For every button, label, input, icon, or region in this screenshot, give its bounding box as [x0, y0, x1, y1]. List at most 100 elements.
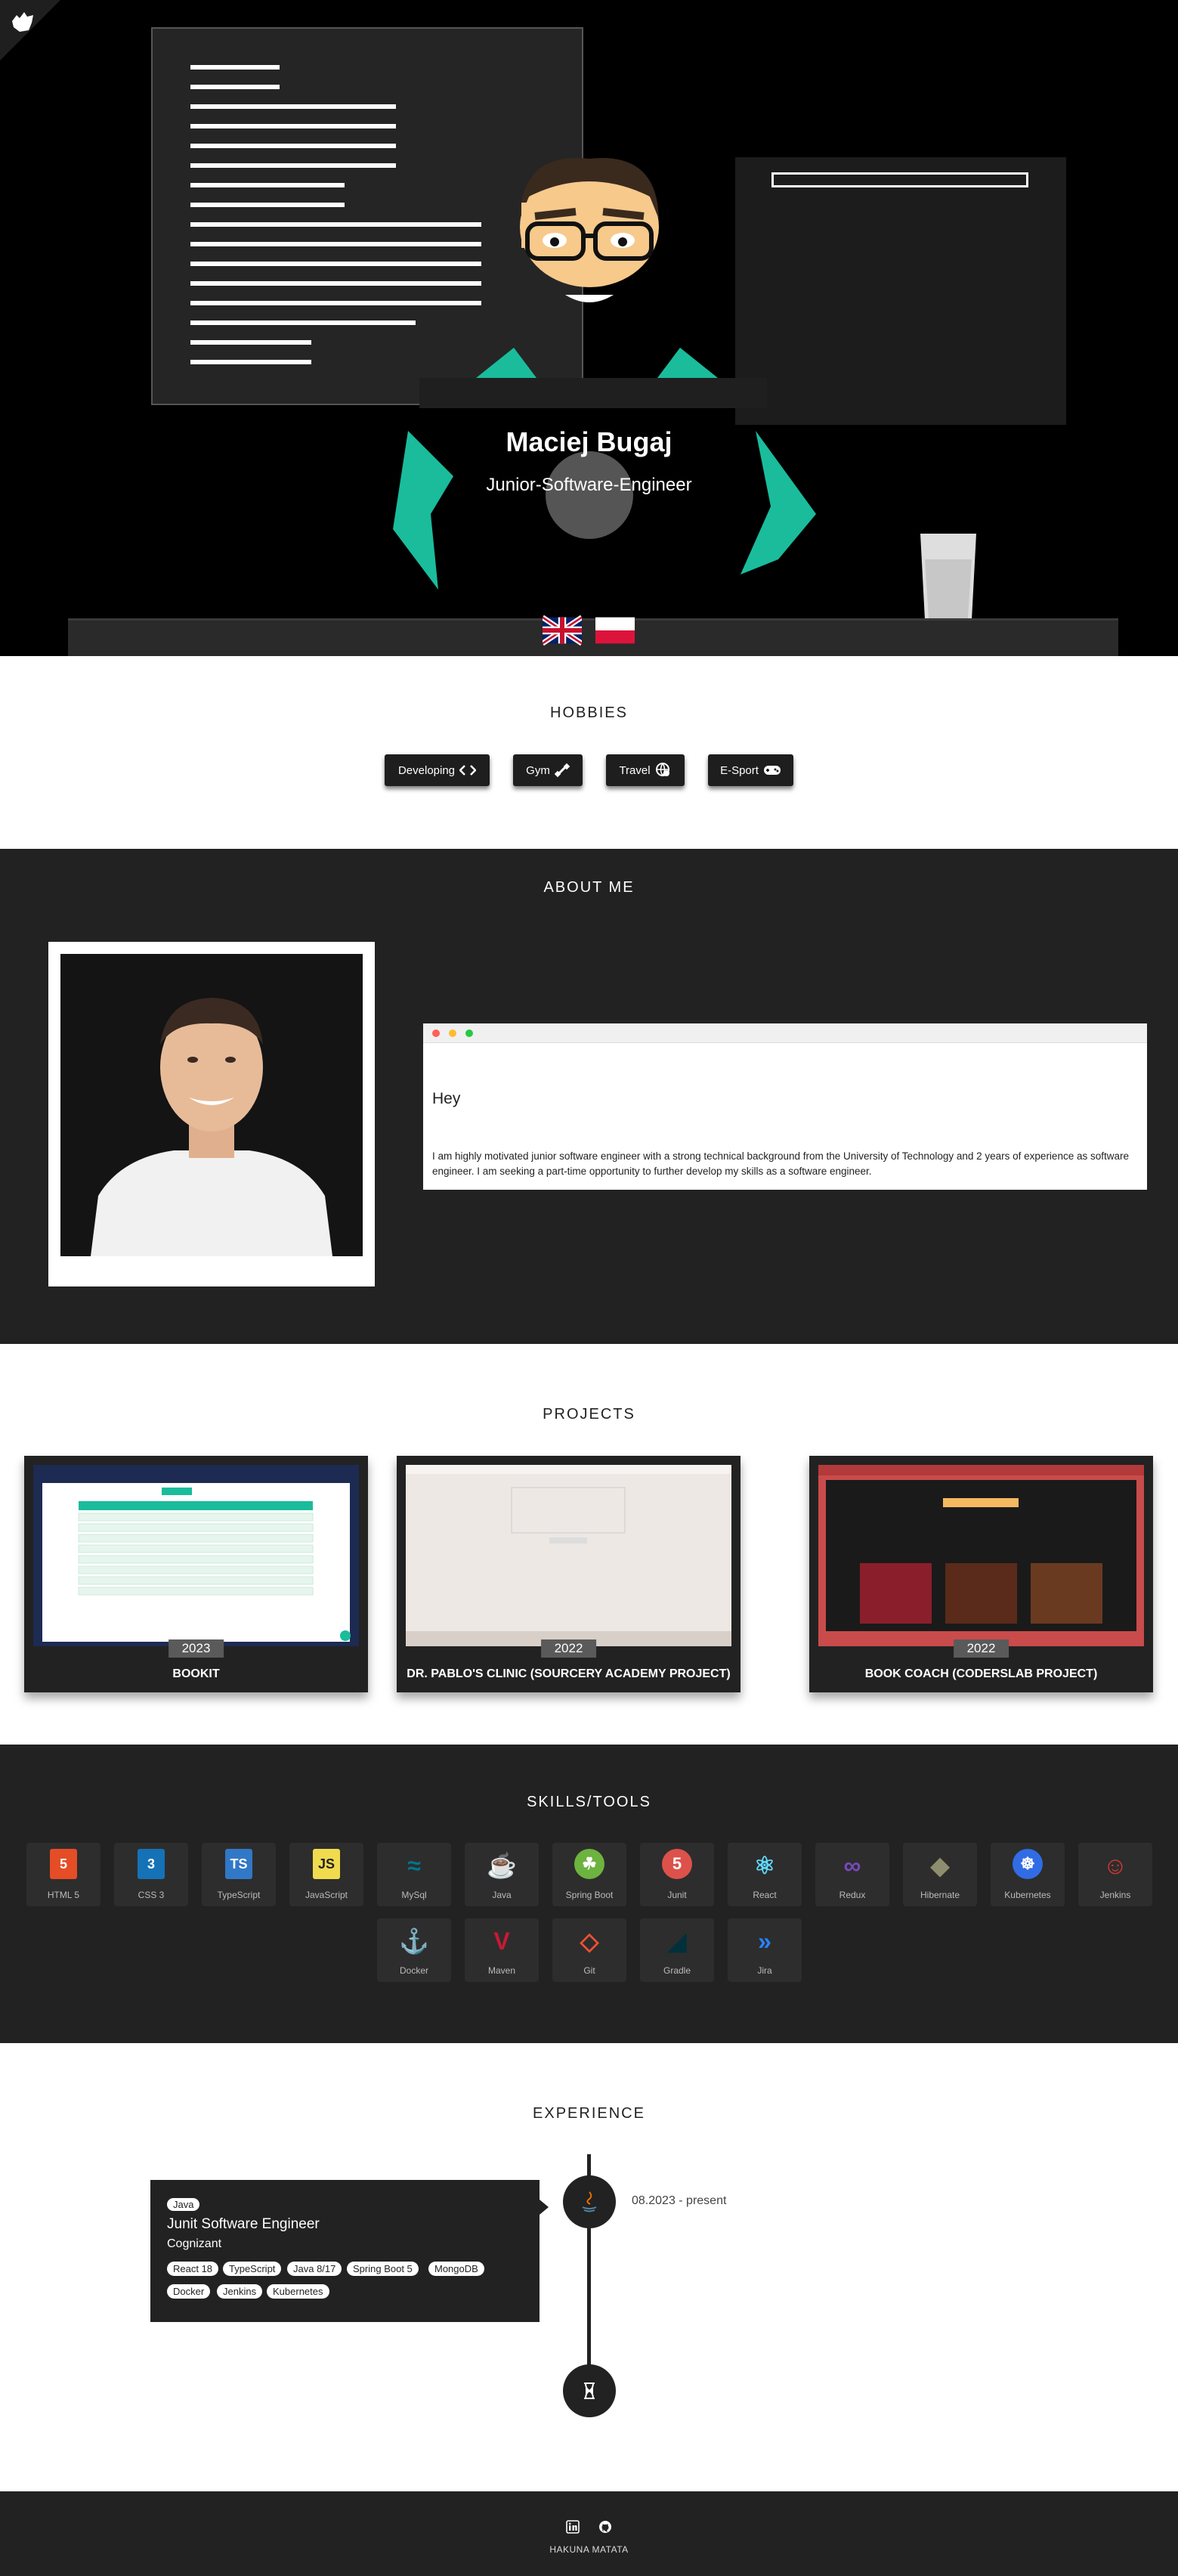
job-tag: Java: [167, 2198, 200, 2211]
skill-label: Jenkins: [1099, 1890, 1131, 1900]
project-card-bookcoach[interactable]: 2022 BOOK COACH (CODERSLAB PROJECT): [809, 1456, 1153, 1692]
about-description: I am highly motivated junior software en…: [432, 1150, 1129, 1177]
skill-tile: TS TypeScript: [202, 1843, 276, 1906]
skill-label: Docker: [399, 1965, 428, 1976]
tech-chip: TypeScript: [223, 2262, 282, 2276]
window-maximize-dot: [465, 1029, 473, 1037]
footer: [0, 2491, 1178, 2576]
project-screenshot: [406, 1465, 731, 1646]
skill-label: Gradle: [663, 1965, 691, 1976]
job-card: Java Junit Software Engineer Cognizant R…: [150, 2180, 549, 2322]
hobby-developing-button[interactable]: Developing: [385, 754, 490, 786]
logo-icon[interactable]: [9, 11, 36, 35]
linkedin-icon[interactable]: [566, 2520, 580, 2534]
english-flag-icon[interactable]: [543, 615, 582, 646]
java-icon: [582, 2191, 597, 2212]
skill-tile: ◆ Hibernate: [903, 1843, 977, 1906]
skill-tile: 3 CSS 3: [114, 1843, 188, 1906]
polish-flag-icon[interactable]: [595, 615, 635, 646]
skill-tile: ☸ Kubernetes: [991, 1843, 1065, 1906]
tech-chip: Java 8/17: [287, 2262, 342, 2276]
kubernetes-icon: ☸: [1013, 1849, 1043, 1879]
skill-label: Git: [583, 1965, 595, 1976]
hero-section: Maciej Bugaj Junior-Software-Engineer: [0, 0, 1178, 656]
experience-title: EXPERIENCE: [533, 2105, 645, 2122]
react-icon: ⚛: [753, 1852, 776, 1879]
profile-photo: [60, 954, 363, 1256]
skill-tile: ◇ Git: [552, 1918, 626, 1982]
project-screenshot: [818, 1465, 1144, 1646]
skill-tile: 5 HTML 5: [26, 1843, 100, 1906]
hero-name: Maciej Bugaj: [506, 426, 672, 457]
skill-label: Junit: [667, 1890, 687, 1900]
footer-text: HAKUNA MATATA: [549, 2544, 629, 2555]
skill-label: Maven: [487, 1965, 516, 1976]
skill-label: JavaScript: [305, 1890, 348, 1900]
hobby-gym-button[interactable]: Gym: [513, 754, 583, 786]
desk-illustration: [68, 618, 1118, 656]
hobbies-section: [0, 656, 1178, 849]
project-year: 2023: [168, 1639, 224, 1658]
tech-chip: Docker: [167, 2284, 211, 2299]
hobby-travel-button[interactable]: Travel: [606, 754, 685, 786]
gradle-icon: ◢: [667, 1927, 687, 1955]
dumbbell-icon: [554, 763, 570, 778]
java-icon: ☕: [487, 1852, 517, 1879]
globe-icon: [655, 763, 669, 777]
skill-tile: 5 Junit: [640, 1843, 714, 1906]
about-text-window: Hey I am highly motivated junior softwar…: [423, 1023, 1147, 1190]
hourglass-icon: [584, 2382, 595, 2399]
tech-chip: Kubernetes: [267, 2284, 329, 2299]
tech-chip: MongoDB: [428, 2262, 484, 2276]
developer-avatar-illustration: [393, 158, 816, 590]
git-icon: ◇: [580, 1927, 599, 1955]
github-icon[interactable]: [598, 2520, 612, 2534]
skill-tile: ☺ Jenkins: [1078, 1843, 1152, 1906]
timeline-end-node: [563, 2364, 616, 2417]
project-year: 2022: [953, 1639, 1009, 1658]
tech-chip: Jenkins: [217, 2284, 263, 2299]
tech-chip: React 18: [167, 2262, 219, 2276]
skill-tile: ≈ MySql: [377, 1843, 451, 1906]
project-title: BOOK COACH (CODERSLAB PROJECT): [864, 1667, 1098, 1680]
job-company: Cognizant: [167, 2237, 222, 2250]
html5-icon: 5: [50, 1849, 77, 1879]
skill-tile: V Maven: [465, 1918, 539, 1982]
skill-tile: ☕ Java: [465, 1843, 539, 1906]
project-screenshot: [33, 1465, 359, 1646]
junit-icon: 5: [662, 1849, 692, 1879]
projects-title: PROJECTS: [543, 1406, 635, 1423]
skill-tile: ☘ Spring Boot: [552, 1843, 626, 1906]
project-title: DR. PABLO'S CLINIC (SOURCERY ACADEMY PRO…: [407, 1667, 731, 1680]
project-card-bookit[interactable]: 2023 BOOKIT: [24, 1456, 368, 1692]
skill-label: Kubernetes: [1004, 1890, 1051, 1900]
project-card-clinic[interactable]: 2022 DR. PABLO'S CLINIC (SOURCERY ACADEM…: [397, 1456, 741, 1692]
typescript-icon: TS: [225, 1849, 252, 1879]
spring-icon: ☘: [574, 1849, 604, 1879]
skill-tile: ⚓ Docker: [377, 1918, 451, 1982]
hero-role: Junior-Software-Engineer: [486, 475, 692, 495]
css3-icon: 3: [138, 1849, 165, 1879]
skill-label: MySql: [401, 1890, 427, 1900]
skill-label: CSS 3: [138, 1890, 165, 1900]
javascript-icon: JS: [313, 1849, 340, 1879]
skill-label: Jira: [757, 1965, 772, 1976]
window-close-dot: [432, 1029, 440, 1037]
job-title: Junit Software Engineer: [167, 2216, 320, 2232]
job-date: 08.2023 - present: [632, 2194, 727, 2207]
about-greeting: Hey: [432, 1090, 461, 1107]
maven-icon: V: [493, 1927, 510, 1955]
redux-icon: ∞: [843, 1851, 861, 1879]
jira-icon: »: [758, 1927, 771, 1955]
skill-label: React: [753, 1890, 777, 1900]
project-title: BOOKIT: [172, 1667, 220, 1680]
hobbies-title: HOBBIES: [550, 704, 628, 721]
skill-label: Hibernate: [920, 1890, 960, 1900]
project-year: 2022: [540, 1639, 597, 1658]
hobby-esport-button[interactable]: E-Sport: [708, 754, 793, 786]
jenkins-icon: ☺: [1102, 1851, 1128, 1879]
skill-tile: JS JavaScript: [289, 1843, 363, 1906]
profile-photo-frame: [48, 942, 375, 1286]
code-icon: [459, 765, 477, 776]
docker-icon: ⚓: [399, 1927, 429, 1955]
